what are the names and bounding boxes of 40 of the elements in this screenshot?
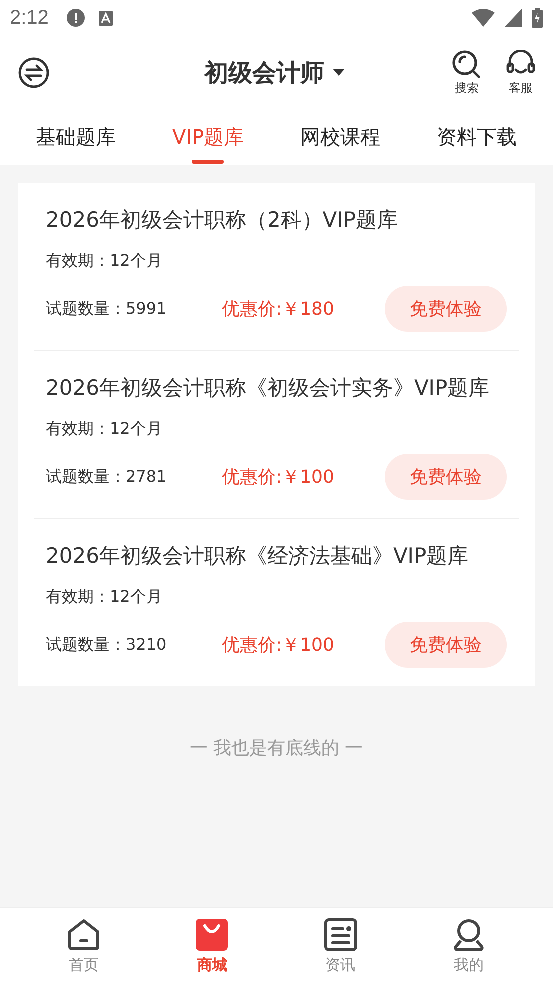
discount-price: 优惠价:￥180 bbox=[222, 298, 336, 321]
search-button[interactable]: 搜索 bbox=[451, 50, 483, 96]
question-count: 试题数量：2781 bbox=[46, 466, 168, 488]
nav-item[interactable]: 首页 bbox=[44, 908, 124, 984]
validity-text: 有效期：12个月 bbox=[46, 419, 164, 440]
switch-icon[interactable] bbox=[18, 57, 50, 89]
page-title[interactable]: 初级会计师 bbox=[204, 57, 324, 89]
end-of-list-text: 一 我也是有底线的 一 bbox=[190, 737, 364, 761]
search-icon bbox=[451, 50, 483, 80]
question-count: 试题数量：5991 bbox=[46, 298, 168, 320]
product-title: 2026年初级会计职称（2科）VIP题库 bbox=[46, 207, 400, 234]
tab[interactable]: 基础题库 bbox=[30, 110, 122, 165]
tab[interactable]: VIP题库 bbox=[166, 110, 250, 165]
discount-price: 优惠价:￥100 bbox=[222, 634, 336, 657]
news-icon bbox=[324, 918, 358, 952]
discount-price: 优惠价:￥100 bbox=[222, 466, 336, 489]
validity-text: 有效期：12个月 bbox=[46, 251, 164, 272]
nav-item[interactable]: 资讯 bbox=[300, 908, 381, 984]
free-trial-button[interactable]: 免费体验 bbox=[385, 286, 507, 332]
tab[interactable]: 资料下载 bbox=[430, 110, 523, 165]
free-trial-button[interactable]: 免费体验 bbox=[385, 454, 507, 500]
validity-text: 有效期：12个月 bbox=[46, 587, 164, 608]
keyboard-icon bbox=[98, 10, 113, 26]
product-title: 2026年初级会计职称《经济法基础》VIP题库 bbox=[46, 543, 470, 570]
wifi-icon bbox=[472, 9, 495, 27]
status-time: 2:12 bbox=[10, 6, 49, 30]
nav-item[interactable]: 我的 bbox=[428, 908, 509, 984]
question-count: 试题数量：3210 bbox=[46, 634, 168, 656]
signal-icon bbox=[505, 9, 522, 27]
person-icon bbox=[452, 918, 486, 952]
nav-item[interactable]: 商城 bbox=[172, 908, 252, 984]
shopping-bag-icon bbox=[195, 918, 230, 952]
home-icon bbox=[67, 918, 102, 952]
battery-icon bbox=[532, 8, 543, 28]
alert-icon bbox=[66, 9, 85, 27]
customer-service-button[interactable]: 客服 bbox=[505, 50, 537, 96]
free-trial-button[interactable]: 免费体验 bbox=[385, 622, 507, 668]
dropdown-caret-icon[interactable] bbox=[332, 69, 344, 77]
product-title: 2026年初级会计职称《初级会计实务》VIP题库 bbox=[46, 375, 491, 402]
tab[interactable]: 网校课程 bbox=[294, 110, 386, 165]
